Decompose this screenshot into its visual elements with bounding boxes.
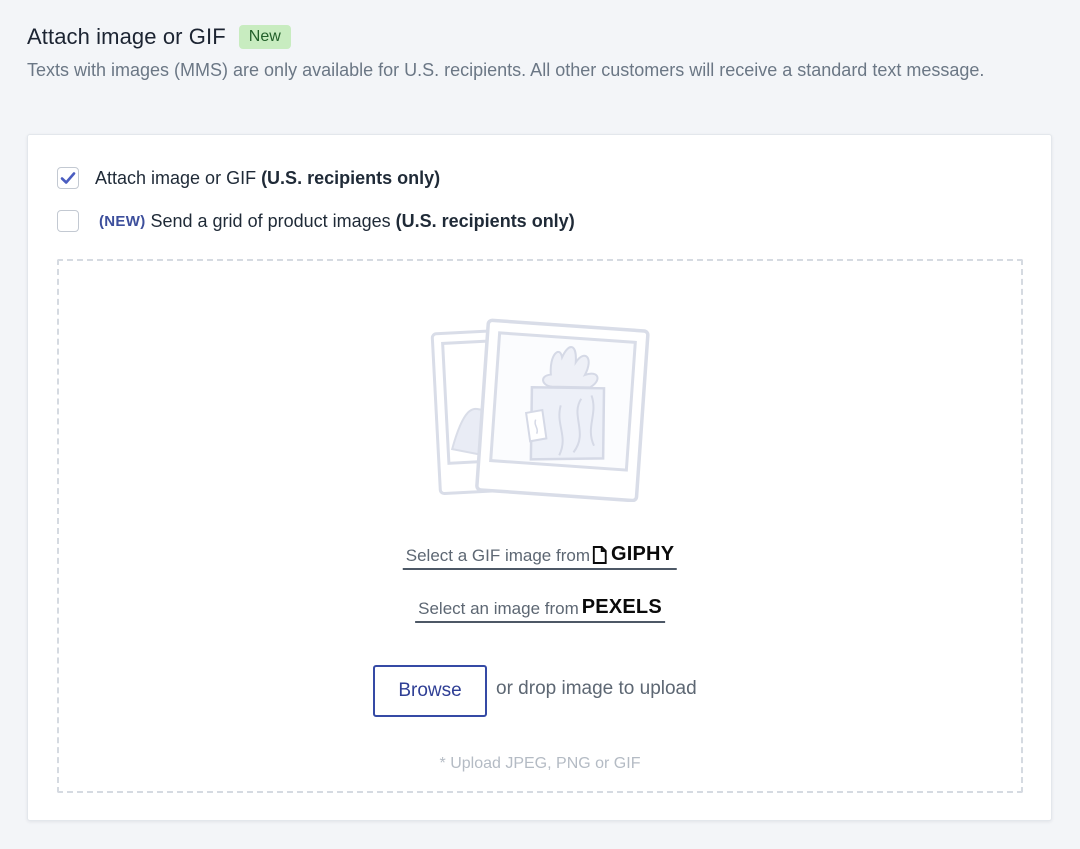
section-description: Texts with images (MMS) are only availab… <box>27 60 985 80</box>
section-title: Attach image or GIF <box>27 24 226 49</box>
giphy-document-icon <box>592 546 607 564</box>
attach-image-checkbox[interactable] <box>57 167 79 189</box>
giphy-link-text: Select a GIF image from <box>405 546 590 565</box>
attach-image-section: Attach image or GIF New Texts with image… <box>0 0 1080 849</box>
photos-illustration-icon <box>430 318 650 502</box>
giphy-logo: GIPHY <box>592 543 674 566</box>
checkmark-icon <box>60 172 76 184</box>
pexels-logo: PEXELS <box>581 596 662 618</box>
product-grid-qualifier: (U.S. recipients only) <box>395 210 575 231</box>
attach-image-qualifier: (U.S. recipients only) <box>261 167 441 188</box>
image-dropzone[interactable]: Select a GIF image from GIPHY Select an … <box>57 259 1023 793</box>
drop-upload-text: or drop image to upload <box>496 678 697 699</box>
attach-image-label: Attach image or GIF <box>95 167 257 188</box>
upload-row: Browse or drop image to upload <box>373 665 697 717</box>
attach-image-option[interactable]: Attach image or GIF (U.S. recipients onl… <box>57 167 440 189</box>
attach-card: Attach image or GIF (U.S. recipients onl… <box>27 134 1052 821</box>
product-grid-label: Send a grid of product images <box>150 210 391 231</box>
product-grid-option[interactable]: (NEW) Send a grid of product images (U.S… <box>57 210 575 232</box>
giphy-link[interactable]: Select a GIF image from GIPHY <box>402 543 678 570</box>
new-tag: (NEW) <box>99 212 146 230</box>
new-badge: New <box>238 25 291 49</box>
pexels-link[interactable]: Select an image from PEXELS <box>415 596 665 623</box>
browse-button[interactable]: Browse <box>373 665 487 717</box>
product-grid-checkbox[interactable] <box>57 210 79 232</box>
file-type-hint: * Upload JPEG, PNG or GIF <box>439 755 641 772</box>
section-header: Attach image or GIF New <box>27 24 291 50</box>
pexels-link-text: Select an image from <box>418 599 579 618</box>
